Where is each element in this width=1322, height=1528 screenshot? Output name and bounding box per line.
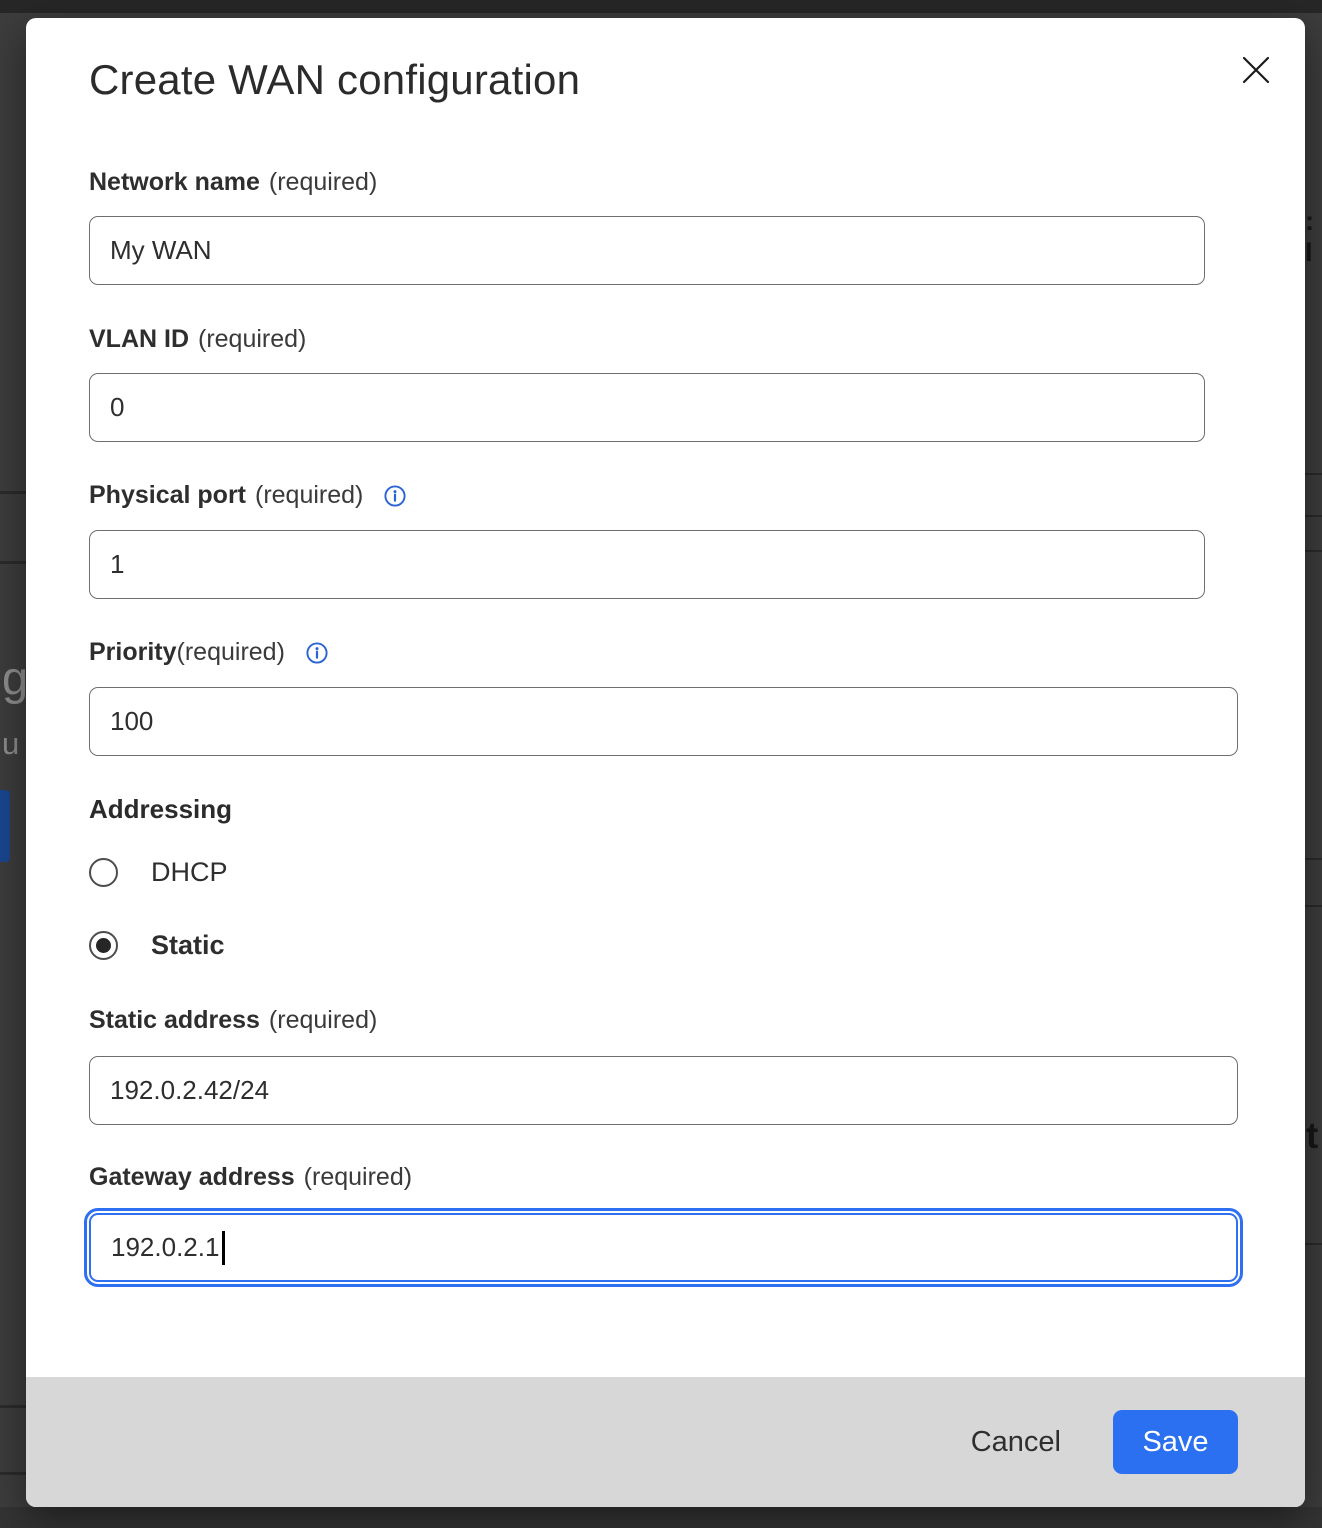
network-name-label-text: Network name bbox=[89, 168, 260, 197]
save-button[interactable]: Save bbox=[1113, 1410, 1238, 1474]
network-name-input[interactable] bbox=[89, 216, 1205, 285]
gateway-address-input[interactable]: 192.0.2.1 bbox=[89, 1213, 1238, 1282]
background-text-fragment: u bbox=[2, 726, 19, 762]
static-address-required-hint: (required) bbox=[269, 1006, 377, 1035]
gateway-address-required-hint: (required) bbox=[304, 1163, 412, 1192]
background-button-fragment bbox=[0, 790, 10, 862]
priority-label-text: Priority bbox=[89, 638, 177, 667]
network-name-label: Network name (required) bbox=[89, 168, 377, 197]
priority-info-icon[interactable] bbox=[305, 641, 329, 665]
cancel-button[interactable]: Cancel bbox=[971, 1426, 1061, 1459]
background-divider-line bbox=[1305, 473, 1322, 475]
background-divider-line bbox=[0, 1405, 26, 1408]
background-divider-line bbox=[1305, 550, 1322, 552]
close-button[interactable] bbox=[1236, 50, 1276, 90]
vlan-id-label-text: VLAN ID bbox=[89, 325, 189, 354]
background-divider-line bbox=[1305, 515, 1322, 517]
static-address-label: Static address (required) bbox=[89, 1006, 377, 1035]
background-text-fragment: : I bbox=[1305, 206, 1322, 268]
physical-port-label-text: Physical port bbox=[89, 481, 246, 510]
physical-port-info-icon[interactable] bbox=[383, 484, 407, 508]
priority-label: Priority (required) bbox=[89, 638, 329, 667]
dialog-title: Create WAN configuration bbox=[89, 56, 580, 104]
static-address-input[interactable] bbox=[89, 1056, 1238, 1125]
gateway-address-label-text: Gateway address bbox=[89, 1163, 295, 1192]
background-divider-line bbox=[1305, 858, 1322, 860]
dhcp-option-label: DHCP bbox=[151, 857, 228, 888]
physical-port-label: Physical port (required) bbox=[89, 481, 407, 510]
addressing-option-static[interactable]: Static bbox=[89, 930, 225, 961]
vlan-id-input[interactable] bbox=[89, 373, 1205, 442]
addressing-option-dhcp[interactable]: DHCP bbox=[89, 857, 228, 888]
create-wan-configuration-dialog: Create WAN configuration Network name (r… bbox=[26, 18, 1305, 1507]
priority-required-hint: (required) bbox=[177, 638, 285, 667]
background-text-fragment: t bbox=[1306, 1115, 1318, 1157]
background-divider-line bbox=[1305, 1243, 1322, 1245]
background-heading-fragment: g bbox=[2, 650, 28, 705]
text-cursor bbox=[222, 1231, 225, 1265]
static-option-label: Static bbox=[151, 930, 225, 961]
background-divider-line bbox=[0, 561, 26, 564]
gateway-address-value: 192.0.2.1 bbox=[111, 1232, 219, 1263]
background-divider-line bbox=[0, 1472, 26, 1475]
vlan-id-label: VLAN ID (required) bbox=[89, 325, 306, 354]
background-divider-line bbox=[0, 491, 26, 494]
static-address-label-text: Static address bbox=[89, 1006, 260, 1035]
close-icon bbox=[1241, 55, 1271, 85]
gateway-address-label: Gateway address (required) bbox=[89, 1163, 412, 1192]
radio-checked-icon bbox=[89, 931, 118, 960]
physical-port-required-hint: (required) bbox=[255, 481, 363, 510]
background-page-bottom-edge bbox=[0, 1507, 1322, 1528]
priority-input[interactable] bbox=[89, 687, 1238, 756]
radio-unchecked-icon bbox=[89, 858, 118, 887]
vlan-id-required-hint: (required) bbox=[198, 325, 306, 354]
dialog-footer: Cancel Save bbox=[26, 1377, 1305, 1507]
network-name-required-hint: (required) bbox=[269, 168, 377, 197]
physical-port-input[interactable] bbox=[89, 530, 1205, 599]
addressing-heading: Addressing bbox=[89, 794, 232, 825]
background-divider-line bbox=[1305, 905, 1322, 907]
background-page-top-edge bbox=[0, 0, 1322, 13]
